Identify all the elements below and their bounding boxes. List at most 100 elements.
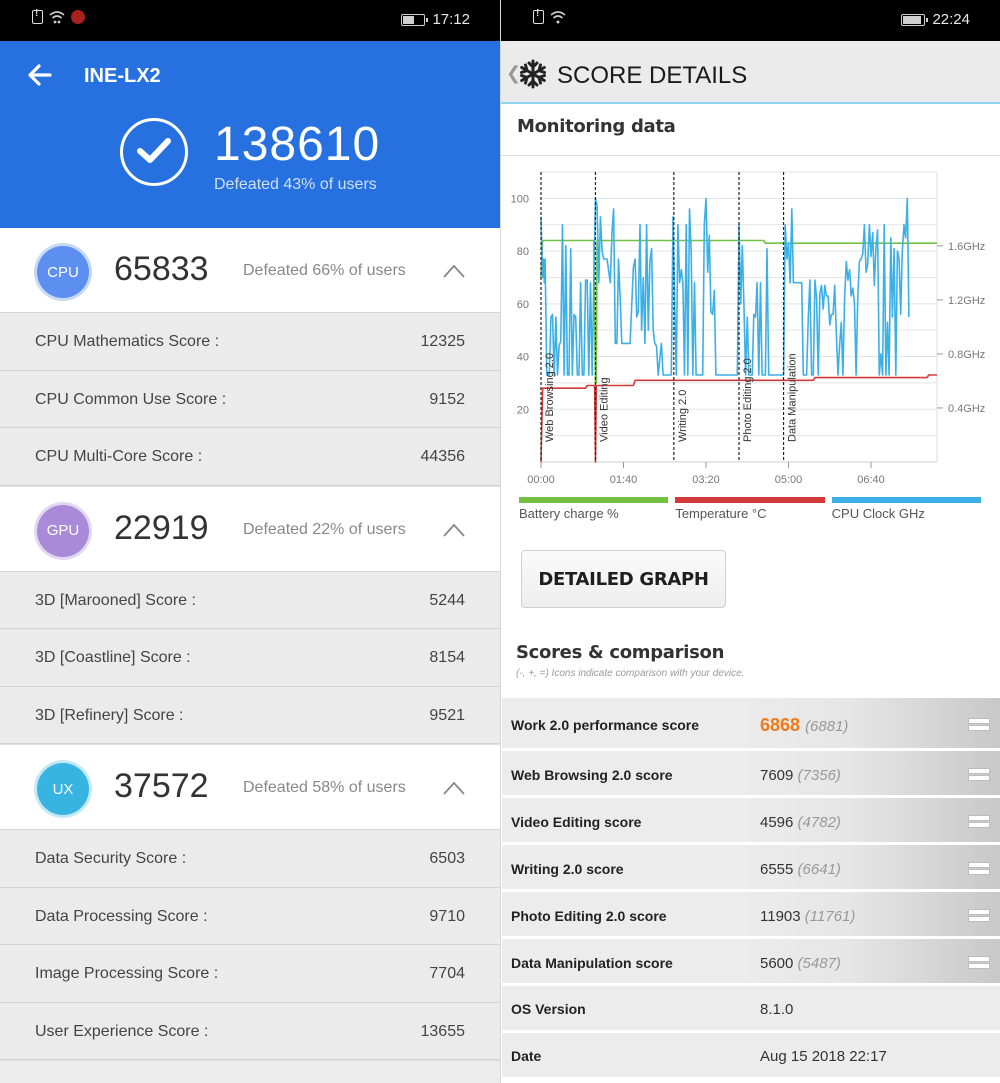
score-row: Data Manipulation score 5600 (5487) (502, 939, 1000, 986)
sub-score-value: 12325 (420, 333, 466, 350)
sub-score-row: 3D [Coastline] Score : 8154 (0, 629, 500, 687)
sim-alert-icon (533, 8, 544, 24)
test-marker-label: Writing 2.0 (677, 390, 689, 442)
monitoring-section-header: Monitoring data (501, 104, 1000, 156)
score-comparison: (7356) (797, 767, 841, 784)
wifi-icon (49, 10, 65, 24)
sub-score-label: Data Processing Score : (35, 907, 208, 925)
ux-badge: UX (37, 763, 89, 815)
battery-icon (401, 13, 429, 26)
sub-score-label: CPU Common Use Score : (35, 390, 227, 408)
sub-score-value: 9152 (429, 390, 465, 408)
sub-score-row: User Experience Score : 13655 (0, 1002, 500, 1060)
monitoring-chart-svg: 00:00 01:40 03:20 05:00 06:40 20 40 60 80 100 0.4G… (511, 171, 985, 486)
ux-sub-scores: Data Security Score : 6503 Data Processing… (0, 830, 500, 1061)
section-header-gpu[interactable]: GPU 22919 Defeated 22% of users (0, 486, 500, 572)
sub-score-value: 6503 (429, 850, 465, 867)
y-tick-label: 20 (517, 404, 529, 416)
score-comparison: (5487) (797, 955, 841, 972)
right-y-tick-label: 1.2GHz (948, 295, 985, 307)
snowflake-icon (517, 58, 549, 90)
chevron-up-icon[interactable] (443, 264, 465, 278)
section-header-ux[interactable]: UX 37572 Defeated 58% of users (0, 745, 500, 830)
wifi-icon (550, 10, 566, 24)
sub-score-value: 8154 (429, 649, 465, 666)
score-comparison: (11761) (804, 908, 856, 925)
battery-icon (901, 13, 929, 26)
score-row: Web Browsing 2.0 score 7609 (7356) (502, 751, 1000, 798)
y-tick-label: 80 (517, 246, 529, 258)
score-name: Video Editing score (511, 814, 642, 830)
test-marker-label: Web Browsing 2.0 (544, 353, 556, 442)
score-value: 4596 (4782) (760, 814, 841, 831)
score-number: 5600 (760, 955, 794, 972)
right-y-tick-label: 0.4GHz (948, 403, 985, 415)
cpu-badge: CPU (37, 246, 89, 298)
sub-score-value: 5244 (429, 591, 465, 609)
section-score: 22919 (114, 508, 209, 547)
info-values: 8.1.0 (750, 986, 1000, 1030)
score-values: 6868 (6881) (750, 698, 1000, 748)
sim-alert-icon (32, 8, 43, 24)
score-row: Video Editing score 4596 (4782) (502, 798, 1000, 845)
scores-comparison-subtitle: (-, +, =) Icons indicate comparison with… (516, 668, 745, 679)
status-bar: 22:24 (501, 0, 1000, 41)
scores-table: Work 2.0 performance score 6868 (6881) Web… (502, 698, 1000, 1080)
score-name: Photo Editing 2.0 score (511, 908, 667, 924)
status-bar: 17:12 (0, 0, 500, 41)
score-name: Writing 2.0 score (511, 861, 624, 877)
score-comparison: (6881) (805, 718, 849, 735)
x-tick-label: 00:00 (527, 474, 555, 486)
sub-score-row: CPU Common Use Score : 9152 (0, 370, 500, 428)
gpu-sub-scores: 3D [Marooned] Score : 5244 3D [Coastline] … (0, 571, 500, 745)
test-marker-label: Data Manipulation (787, 353, 799, 442)
chevron-up-icon[interactable] (443, 781, 465, 795)
score-name: Data Manipulation score (511, 955, 673, 971)
x-tick-label: 03:20 (692, 474, 720, 486)
right-y-tick-label: 1.6GHz (948, 241, 985, 253)
sub-score-label: 3D [Refinery] Score : (35, 706, 184, 724)
arrow-left-icon[interactable] (26, 61, 54, 89)
chevron-up-icon[interactable] (443, 523, 465, 537)
score-values: 5600 (5487) (750, 939, 1000, 983)
top-app-bar: ❮ SCORE DETAILS (501, 41, 1000, 104)
score-number: 7609 (760, 767, 794, 784)
sub-score-row: 3D [Marooned] Score : 5244 (0, 571, 500, 629)
legend-item-battery: Battery charge % (519, 497, 669, 521)
legend-swatch-temperature (675, 497, 825, 503)
legend-swatch-cpu-clock (831, 497, 981, 503)
legend-item-cpu-clock: CPU Clock GHz (831, 497, 981, 521)
sub-score-value: 44356 (420, 448, 466, 465)
sub-score-value: 13655 (420, 1022, 466, 1040)
detailed-graph-button[interactable]: DETAILED GRAPH (521, 550, 726, 608)
x-tick-label: 05:00 (775, 474, 803, 486)
gpu-badge: GPU (37, 504, 89, 557)
check-circle-icon (120, 118, 188, 186)
info-value: Aug 15 2018 22:17 (760, 1048, 887, 1065)
test-marker-label: Photo Editing 2.0 (742, 358, 754, 442)
section-header-cpu[interactable]: CPU 65833 Defeated 66% of users (0, 228, 500, 313)
sub-score-row: CPU Mathematics Score : 12325 (0, 313, 500, 371)
total-score: 138610 (214, 118, 381, 171)
device-name: INE-LX2 (84, 65, 161, 87)
score-name: Web Browsing 2.0 score (511, 767, 673, 783)
score-number: 4596 (760, 814, 794, 831)
score-row: Writing 2.0 score 6555 (6641) (502, 845, 1000, 892)
score-row: Work 2.0 performance score 6868 (6881) (502, 698, 1000, 751)
section-defeated-text: Defeated 58% of users (243, 779, 406, 796)
sub-score-label: CPU Mathematics Score : (35, 333, 220, 350)
info-row: Date Aug 15 2018 22:17 (502, 1033, 1000, 1080)
chart-legend: Battery charge % Temperature °C CPU Cloc… (519, 497, 981, 521)
x-tick-label: 01:40 (610, 474, 638, 486)
monitoring-chart: 00:00 01:40 03:20 05:00 06:40 20 40 60 80 100 0.4G… (501, 156, 1000, 536)
status-time: 22:24 (932, 11, 970, 28)
sub-score-value: 9521 (429, 706, 465, 724)
sub-score-row: 3D [Refinery] Score : 9521 (0, 686, 500, 744)
score-comparison: (4782) (797, 814, 841, 831)
score-values: 6555 (6641) (750, 845, 1000, 889)
equal-icon (968, 815, 990, 829)
legend-label-cpu-clock: CPU Clock GHz (831, 506, 925, 521)
score-values: 7609 (7356) (750, 751, 1000, 795)
info-values: Aug 15 2018 22:17 (750, 1033, 1000, 1077)
antutu-app-icon (71, 10, 85, 24)
